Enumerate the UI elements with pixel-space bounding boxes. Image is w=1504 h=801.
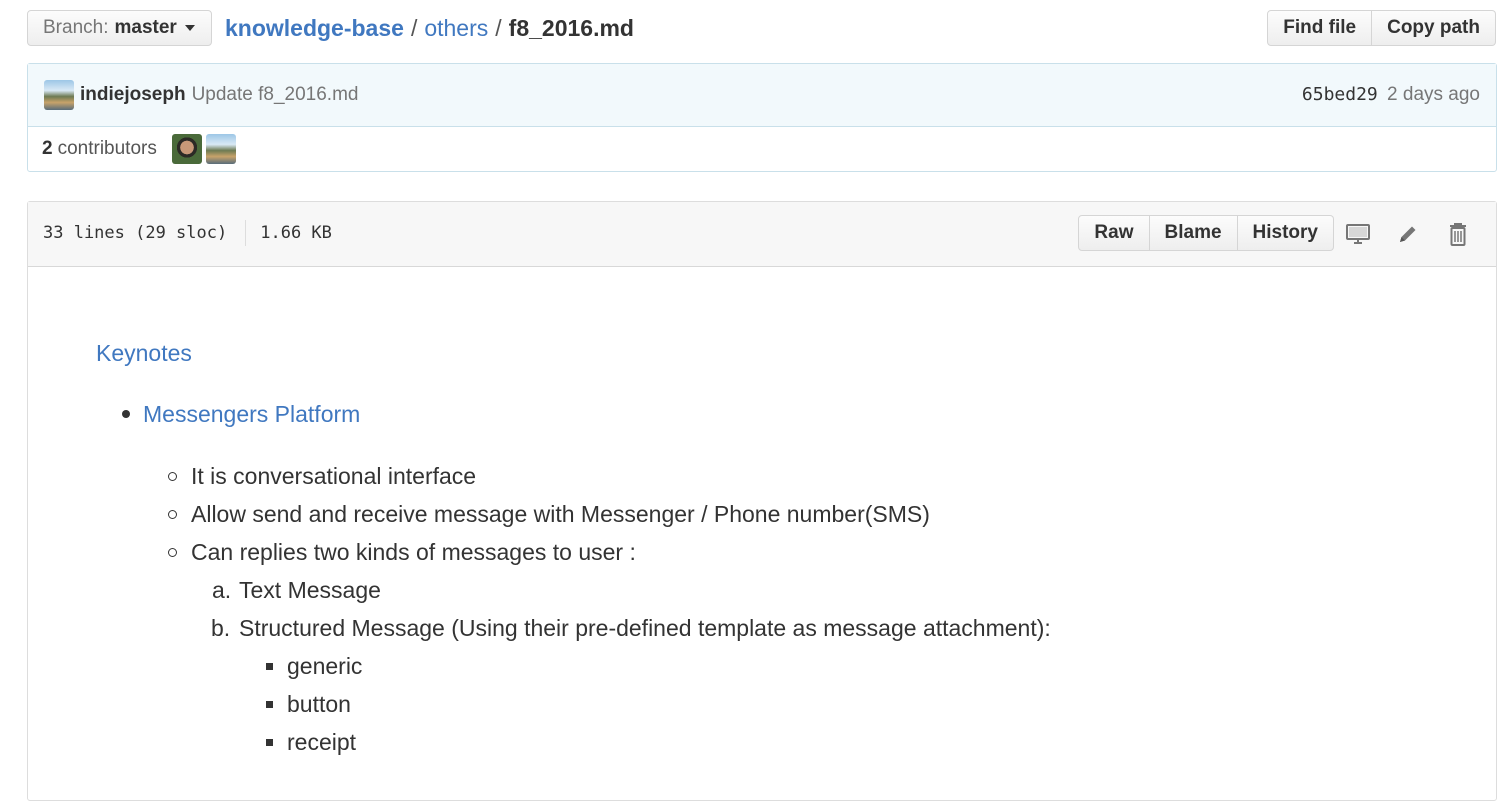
caret-down-icon	[184, 25, 195, 31]
file-header: 33 lines (29 sloc) 1.66 KB Raw Blame His…	[28, 202, 1496, 267]
list-marker: b.	[211, 615, 231, 641]
list-item: button	[287, 691, 351, 717]
list-item: Structured Message (Using their pre-defi…	[239, 615, 1051, 641]
divider	[245, 220, 247, 246]
heading-keynotes-link[interactable]: Keynotes	[96, 340, 192, 367]
breadcrumb-file: f8_2016.md	[508, 15, 634, 41]
branch-name: master	[114, 17, 177, 38]
branch-selector-button[interactable]: Branch: master	[27, 10, 212, 46]
commit-author-link[interactable]: indiejoseph	[80, 84, 186, 106]
file-info: 33 lines (29 sloc) 1.66 KB	[43, 202, 332, 264]
contributors-label[interactable]: contributors	[58, 138, 157, 160]
latest-commit-row: indiejoseph Update f8_2016.md 65bed29 2 …	[28, 64, 1496, 127]
avatar[interactable]	[171, 134, 202, 164]
file-nav-buttons: Find file Copy path	[1267, 10, 1496, 46]
commit-tease: indiejoseph Update f8_2016.md 65bed29 2 …	[27, 63, 1497, 172]
bullet-square	[266, 739, 273, 746]
list-item-link[interactable]: Messengers Platform	[143, 399, 360, 429]
pencil-icon[interactable]	[1394, 220, 1422, 248]
list-marker: a.	[212, 577, 232, 603]
avatar[interactable]	[205, 134, 236, 164]
bullet-disc	[122, 410, 130, 418]
breadcrumb: knowledge-base / others / f8_2016.md	[225, 10, 634, 46]
bullet-circle	[168, 548, 177, 557]
contributors-count: 2	[42, 138, 53, 159]
branch-label: Branch:	[43, 17, 109, 38]
copy-path-button[interactable]: Copy path	[1372, 10, 1496, 46]
contributors-row: 2 contributors	[28, 127, 1496, 171]
trash-icon[interactable]	[1444, 220, 1472, 248]
list-item: It is conversational interface	[191, 463, 477, 489]
commit-meta: 65bed29 2 days ago	[1302, 64, 1480, 126]
file-lines: 33 lines (29 sloc)	[43, 223, 228, 243]
file-icon-actions	[1344, 220, 1472, 248]
list-item: Allow send and receive message with Mess…	[191, 501, 930, 527]
breadcrumb-repo-link[interactable]: knowledge-base	[225, 10, 404, 46]
file-action-buttons: Raw Blame History	[1078, 215, 1334, 251]
list-item: receipt	[287, 729, 357, 755]
commit-sha-link[interactable]: 65bed29	[1302, 84, 1378, 105]
list-item: Text Message	[239, 577, 381, 603]
list-item: generic	[287, 653, 363, 679]
list-item: Can replies two kinds of messages to use…	[191, 539, 636, 565]
find-file-button[interactable]: Find file	[1267, 10, 1373, 46]
contributor-avatars	[171, 134, 236, 164]
bullet-square	[266, 663, 273, 670]
commit-time: 2 days ago	[1387, 84, 1480, 105]
commit-message-link[interactable]: Update f8_2016.md	[192, 84, 359, 106]
desktop-icon[interactable]	[1344, 220, 1372, 248]
bullet-square	[266, 701, 273, 708]
breadcrumb-separator: /	[410, 15, 418, 41]
breadcrumb-separator: /	[495, 15, 502, 41]
bullet-circle	[168, 510, 177, 519]
bullet-circle	[168, 472, 177, 481]
blame-button[interactable]: Blame	[1149, 215, 1238, 251]
file-size: 1.66 KB	[260, 223, 332, 243]
raw-button[interactable]: Raw	[1078, 215, 1150, 251]
breadcrumb-dir-link[interactable]: others	[424, 10, 488, 46]
history-button[interactable]: History	[1237, 215, 1334, 251]
avatar[interactable]	[44, 80, 74, 110]
